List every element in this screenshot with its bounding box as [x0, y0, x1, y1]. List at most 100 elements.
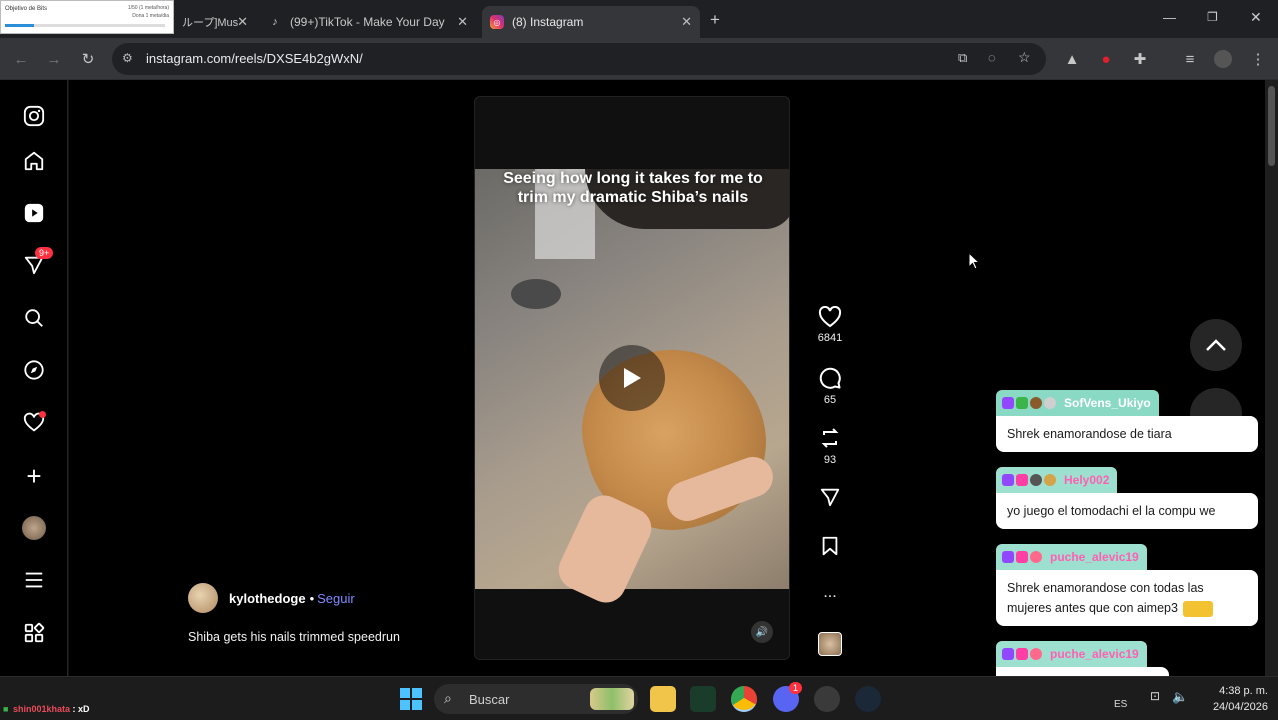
home-icon[interactable]: [22, 149, 46, 173]
forward-icon[interactable]: →: [45, 50, 63, 68]
adblock-icon[interactable]: ●: [1097, 50, 1115, 68]
tiktok-icon: ♪: [272, 16, 278, 28]
twitch-icon: [1002, 551, 1014, 563]
steam-icon[interactable]: [855, 686, 881, 712]
more-apps-grid-icon[interactable]: [22, 621, 46, 645]
chat-message-text: Shrek enamorandose de tiara: [996, 416, 1258, 452]
address-bar[interactable]: ⚙ instagram.com/reels/DXSE4b2gWxN/ ⧉ ◌ ☆: [112, 43, 1046, 75]
close-icon[interactable]: ✕: [237, 14, 248, 30]
reel-caption-overlay: Seeing how long it takes for me to trim …: [503, 170, 763, 206]
window-close-icon[interactable]: ✕: [1250, 9, 1262, 26]
site-info-icon[interactable]: ⚙: [122, 51, 133, 65]
instagram-sidebar: 9+ +: [0, 80, 68, 676]
discord-icon[interactable]: 1: [773, 682, 803, 712]
close-icon[interactable]: ✕: [457, 14, 468, 30]
mouse-cursor-icon: [968, 251, 981, 275]
comment-button[interactable]: 65: [815, 366, 845, 406]
tab-tiktok[interactable]: ♪ (99+)TikTok - Make Your Day ✕: [260, 6, 476, 38]
messages-icon[interactable]: 9+: [22, 247, 54, 277]
laughing-emote-icon: [1183, 600, 1214, 617]
twitch-icon: [1002, 648, 1014, 660]
heart-badge-icon: [1016, 551, 1028, 563]
chat-username: puche_alevic19: [1050, 550, 1139, 564]
stream-overlay-widget: Objetivo de Bits 1/50 (1 meta/hora) Dona…: [0, 0, 174, 34]
audio-thumbnail[interactable]: [818, 632, 842, 656]
emote-icon: [1044, 474, 1056, 486]
network-icon[interactable]: ⊡: [1150, 689, 1160, 703]
reel-video-frame[interactable]: [475, 169, 789, 610]
file-explorer-icon[interactable]: [650, 686, 676, 712]
overlay-line2: Dona 1 meta/dia: [132, 13, 169, 19]
menu-kebab-icon[interactable]: ⋮: [1249, 50, 1267, 68]
reload-icon[interactable]: ↻: [79, 50, 97, 68]
overlay-progress-fill: [5, 24, 34, 27]
language-indicator[interactable]: ES: [1114, 699, 1127, 710]
follow-button[interactable]: Seguir: [317, 591, 355, 606]
comment-count: 65: [823, 394, 837, 406]
reel-video-player[interactable]: Seeing how long it takes for me to trim …: [474, 96, 790, 660]
emote-icon: [1030, 397, 1042, 409]
like-count: 6841: [817, 332, 843, 344]
profile-avatar[interactable]: [22, 516, 46, 540]
menu-hamburger-icon[interactable]: [22, 568, 46, 592]
chat-username: SofVens_Ukiyo: [1064, 396, 1151, 410]
create-plus-icon[interactable]: +: [22, 461, 46, 491]
previous-reel-button[interactable]: [1190, 319, 1242, 371]
author-username[interactable]: kylothedoge: [229, 591, 306, 606]
search-icon[interactable]: [22, 306, 46, 330]
stream-chat-user: shin001khata: [12, 704, 70, 714]
tab-music[interactable]: ループ]Mus ✕: [174, 6, 256, 38]
instagram-icon: ◎: [490, 15, 504, 29]
share-button[interactable]: [815, 486, 845, 512]
author-avatar[interactable]: [188, 583, 218, 613]
notifications-heart-icon[interactable]: [22, 411, 46, 435]
reel-author: kylothedoge • Seguir: [188, 583, 355, 613]
instagram-logo-icon[interactable]: [22, 104, 46, 128]
install-app-icon[interactable]: ⧉: [958, 50, 967, 66]
close-icon[interactable]: ✕: [681, 14, 692, 30]
taskbar-search-box[interactable]: ⌕ Buscar: [434, 684, 638, 714]
media-control-icon[interactable]: ≡: [1181, 50, 1199, 68]
clock-time: 4:38 p. m.: [1219, 685, 1268, 697]
heart-icon: [818, 306, 842, 328]
extensions-puzzle-icon[interactable]: ✚: [1131, 50, 1149, 68]
volume-icon[interactable]: 🔊: [751, 621, 773, 643]
play-button[interactable]: [599, 345, 665, 411]
page-scrollbar[interactable]: [1265, 80, 1278, 676]
volume-icon[interactable]: 🔈: [1172, 689, 1188, 705]
profile-avatar-icon[interactable]: [1214, 50, 1232, 68]
chat-message: puche_alevic19 Shrek enamorandose con to…: [996, 544, 1258, 626]
url-text: instagram.com/reels/DXSE4b2gWxN/: [146, 51, 363, 66]
windows-start-icon[interactable]: [398, 686, 424, 712]
tab-label: (8) Instagram: [512, 15, 584, 29]
chat-username-badge: Hely002: [996, 467, 1118, 493]
taskbar-clock[interactable]: 4:38 p. m. 24/04/2026: [1196, 683, 1268, 715]
chat-username: Hely002: [1064, 473, 1110, 487]
repost-icon: [821, 428, 839, 448]
repost-button[interactable]: 93: [815, 426, 845, 466]
chrome-icon[interactable]: [731, 686, 757, 712]
reels-icon[interactable]: [22, 201, 46, 225]
eye-off-icon[interactable]: ◌: [988, 50, 996, 65]
app-icon[interactable]: [690, 686, 716, 712]
discord-badge: 1: [789, 682, 803, 694]
search-highlight-image: [590, 688, 634, 710]
bookmark-star-icon[interactable]: ☆: [1018, 49, 1031, 66]
stream-chat-message: : xD: [72, 704, 90, 714]
new-tab-icon[interactable]: +: [710, 10, 720, 30]
restore-icon[interactable]: ❐: [1207, 10, 1218, 24]
chat-username-badge: puche_alevic19: [996, 544, 1147, 570]
check-badge-icon: [1016, 397, 1028, 409]
extension-icon[interactable]: ▲: [1063, 50, 1081, 68]
back-icon[interactable]: ←: [12, 50, 30, 68]
save-button[interactable]: [815, 535, 845, 561]
obs-icon[interactable]: [814, 686, 840, 712]
tab-label: ループ]Mus: [182, 17, 239, 29]
minimize-icon[interactable]: —: [1163, 10, 1176, 25]
like-button[interactable]: 6841: [815, 306, 845, 344]
scrollbar-thumb[interactable]: [1268, 86, 1275, 166]
chat-username-badge: puche_alevic19: [996, 641, 1147, 667]
explore-compass-icon[interactable]: [22, 358, 46, 382]
more-options-icon[interactable]: ...: [815, 584, 845, 602]
tab-instagram[interactable]: ◎ (8) Instagram ✕: [482, 6, 700, 38]
